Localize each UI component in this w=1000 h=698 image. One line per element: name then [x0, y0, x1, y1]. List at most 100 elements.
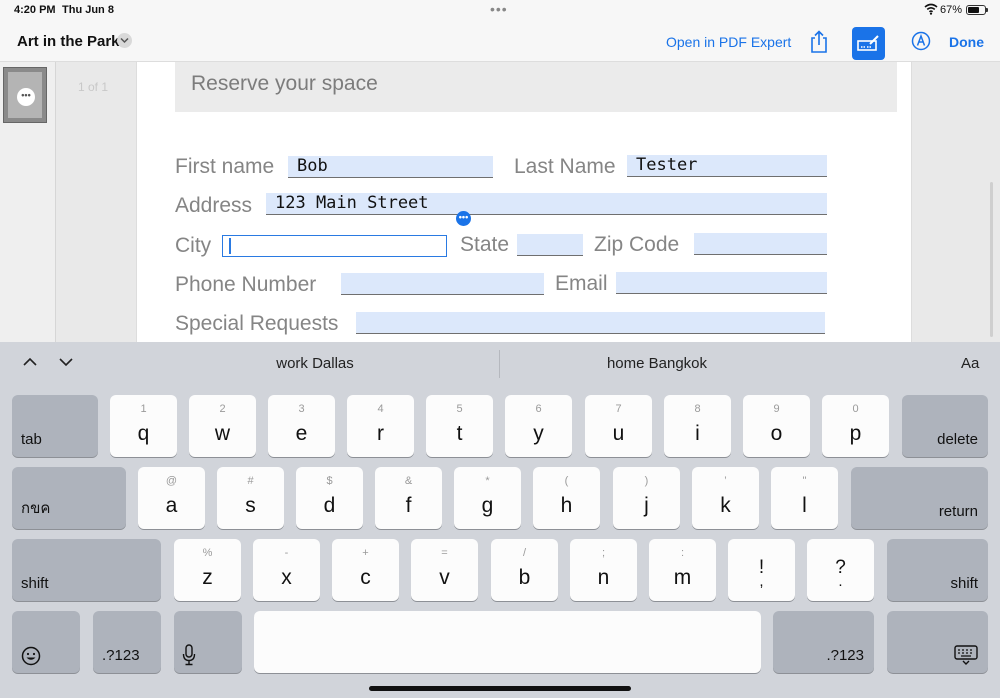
thumbnail-strip: •••: [0, 62, 56, 342]
status-date: Thu Jun 8: [62, 4, 114, 16]
key-f[interactable]: & f: [375, 467, 442, 529]
key-a[interactable]: @ a: [138, 467, 205, 529]
next-field-icon[interactable]: [58, 356, 74, 368]
done-button[interactable]: Done: [949, 34, 984, 50]
home-indicator[interactable]: [369, 686, 631, 691]
nav-bar: Art in the Park Open in PDF Expert Done: [0, 22, 1000, 62]
email-field[interactable]: [616, 272, 827, 294]
emoji-icon: [21, 646, 41, 666]
document-area: ••• 1 of 1 Reserve your space First name…: [0, 62, 1000, 342]
state-field[interactable]: [517, 234, 583, 256]
key-v[interactable]: = v: [411, 539, 478, 601]
shift-key-left[interactable]: shift: [12, 539, 161, 601]
phone-number-field[interactable]: [341, 273, 544, 295]
key-y[interactable]: 6y: [505, 395, 572, 457]
key-i[interactable]: 8i: [664, 395, 731, 457]
key-q[interactable]: 1q: [110, 395, 177, 457]
last-name-field[interactable]: Tester: [627, 155, 827, 177]
key-label: a: [165, 494, 178, 517]
key-w[interactable]: 2w: [189, 395, 256, 457]
chevron-down-icon[interactable]: [117, 33, 132, 48]
form-header-band: Reserve your space: [175, 62, 897, 112]
key-hint: ’: [724, 475, 727, 487]
key-label: x: [281, 566, 292, 589]
first-name-field[interactable]: Bob: [288, 156, 493, 178]
space-key[interactable]: [254, 611, 761, 673]
key-c[interactable]: + c: [332, 539, 399, 601]
key-r[interactable]: 4r: [347, 395, 414, 457]
suggestion-2[interactable]: home Bangkok: [557, 355, 757, 372]
key-h[interactable]: (h: [533, 467, 600, 529]
language-key[interactable]: กขค: [12, 467, 126, 529]
page-thumbnail[interactable]: •••: [3, 67, 47, 123]
thumbnail-more-icon[interactable]: •••: [17, 88, 35, 106]
key-label: u: [612, 422, 625, 445]
markup-icon[interactable]: [911, 31, 931, 51]
numbers-key-left[interactable]: .?123: [93, 611, 161, 673]
dismiss-keyboard-key[interactable]: [887, 611, 988, 673]
key-o[interactable]: 9o: [743, 395, 810, 457]
key-s[interactable]: # s: [217, 467, 284, 529]
state-label: State: [460, 233, 510, 256]
emoji-key[interactable]: [12, 611, 80, 673]
multitasking-dots[interactable]: •••: [490, 1, 508, 17]
key-exclamation-comma[interactable]: !,: [728, 539, 795, 601]
key-hint: @: [165, 475, 178, 487]
return-key[interactable]: return: [851, 467, 988, 529]
open-in-pdf-expert-button[interactable]: Open in PDF Expert: [666, 34, 791, 50]
key-b[interactable]: / b: [491, 539, 558, 601]
text-format-button[interactable]: Aa: [961, 355, 979, 372]
key-z[interactable]: % z: [174, 539, 241, 601]
key-label: z: [202, 566, 213, 589]
key-label: o: [770, 422, 783, 445]
numbers-key-label: .?123: [102, 647, 140, 664]
key-label: h: [560, 494, 573, 517]
key-label: t: [456, 422, 463, 445]
key-t[interactable]: 5t: [426, 395, 493, 457]
special-requests-field[interactable]: [356, 312, 825, 334]
keyboard-dismiss-icon: [954, 645, 978, 665]
return-key-label: return: [938, 503, 978, 520]
key-j[interactable]: ) j: [613, 467, 680, 529]
key-k[interactable]: ’ k: [692, 467, 759, 529]
key-l[interactable]: " l: [771, 467, 838, 529]
document-title[interactable]: Art in the Park: [17, 33, 120, 50]
key-g[interactable]: * g: [454, 467, 521, 529]
numbers-key-right[interactable]: .?123: [773, 611, 874, 673]
key-d[interactable]: $ d: [296, 467, 363, 529]
key-p[interactable]: 0p: [822, 395, 889, 457]
previous-field-icon[interactable]: [22, 356, 38, 368]
zip-code-field[interactable]: [694, 233, 827, 255]
key-hint: 8: [694, 403, 701, 415]
address-label: Address: [175, 194, 253, 217]
key-hint: ": [802, 475, 807, 487]
key-question-period[interactable]: ?.: [807, 539, 874, 601]
battery-percent: 67%: [940, 4, 963, 16]
key-e[interactable]: 3e: [268, 395, 335, 457]
city-field[interactable]: [222, 235, 447, 257]
key-label: g: [481, 494, 494, 517]
vertical-scrollbar[interactable]: [990, 182, 993, 337]
key-x[interactable]: -x: [253, 539, 320, 601]
delete-key[interactable]: delete: [902, 395, 988, 457]
key-label: n: [597, 566, 610, 589]
tab-key[interactable]: tab: [12, 395, 98, 457]
key-hint: 6: [535, 403, 542, 415]
key-label: c: [360, 566, 371, 589]
suggestion-1[interactable]: work Dallas: [215, 355, 415, 372]
key-label: y: [533, 422, 544, 445]
dictation-key[interactable]: [174, 611, 242, 673]
wifi-icon: [924, 3, 938, 15]
key-hint: 0: [852, 403, 859, 415]
key-hint: *: [485, 475, 490, 487]
key-u[interactable]: 7u: [585, 395, 652, 457]
key-sub-label: .: [838, 573, 843, 590]
address-field[interactable]: 123 Main Street: [266, 193, 827, 215]
field-options-icon[interactable]: •••: [456, 211, 471, 226]
shift-key-right[interactable]: shift: [887, 539, 988, 601]
key-hint: 3: [298, 403, 305, 415]
fill-form-button[interactable]: [852, 27, 885, 60]
key-m[interactable]: :m: [649, 539, 716, 601]
share-icon[interactable]: [808, 30, 830, 54]
key-n[interactable]: ; n: [570, 539, 637, 601]
